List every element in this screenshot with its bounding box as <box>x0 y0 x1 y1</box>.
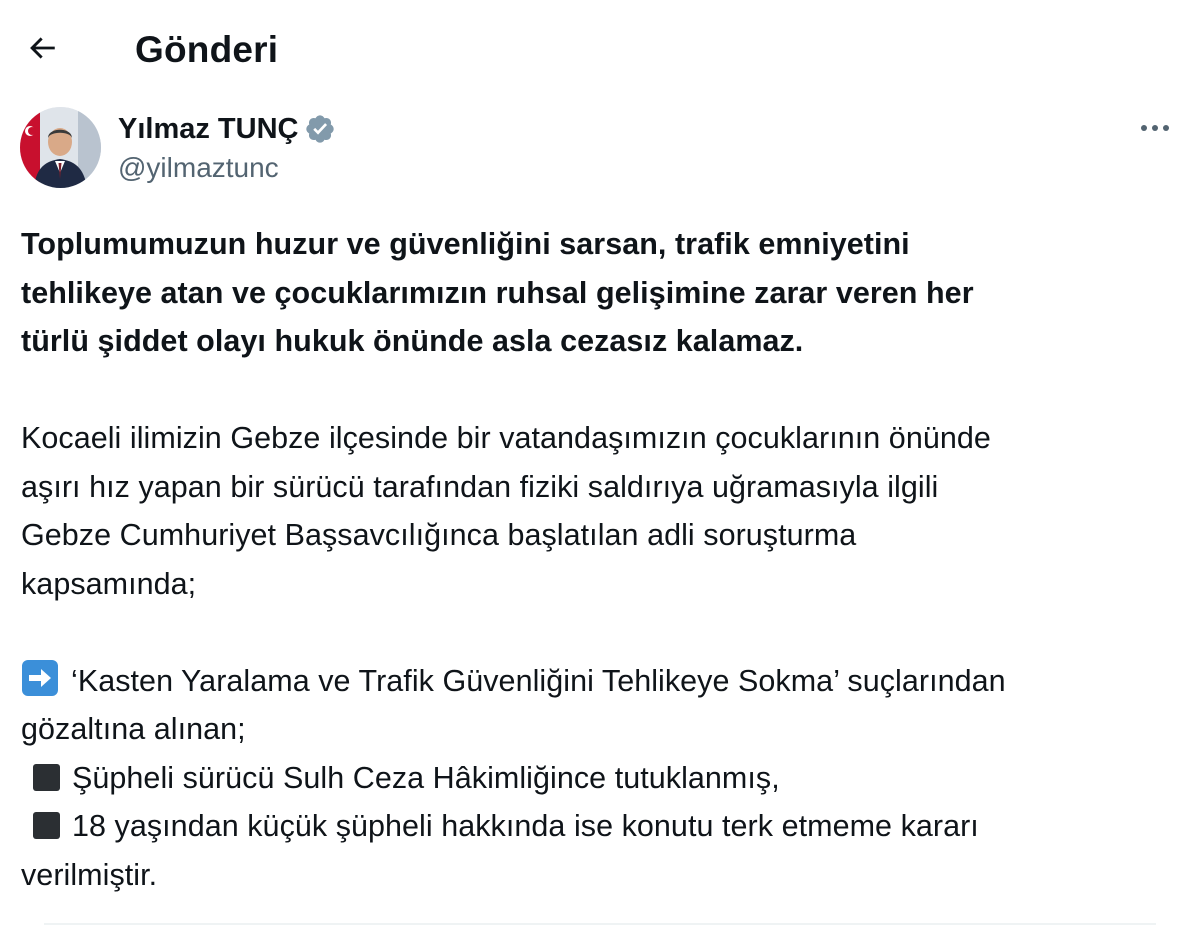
display-name-row: Yılmaz TUNÇ <box>118 109 336 149</box>
text-line: ‘Kasten Yaralama ve Trafik Güvenliğini T… <box>71 663 1006 698</box>
arrow-left-icon <box>30 37 55 59</box>
text-line: türlü şiddet olayı hukuk önünde asla cez… <box>21 324 804 358</box>
divider <box>44 923 1156 925</box>
top-bar: Gönderi <box>0 0 1200 100</box>
bullet-item: Şüpheli sürücü Sulh Ceza Hâkimliğince tu… <box>72 760 780 795</box>
author-row: Yılmaz TUNÇ @yilmaztunc <box>0 100 1200 200</box>
more-horizontal-icon <box>1141 125 1169 131</box>
black-square-icon <box>33 812 60 839</box>
text-line: gözaltına alınan; <box>21 712 246 746</box>
tweet-text: Toplumumuzun huzur ve güvenliğini sarsan… <box>21 220 1181 899</box>
user-handle[interactable]: @yilmaztunc <box>118 150 279 186</box>
tweet-paragraph-3: ‘Kasten Yaralama ve Trafik Güvenliğini T… <box>21 657 1181 900</box>
back-button[interactable] <box>20 26 64 70</box>
right-arrow-emoji-icon <box>21 659 59 697</box>
more-options-button[interactable] <box>1132 112 1178 144</box>
text-line: Kocaeli ilimizin Gebze ilçesinde bir vat… <box>21 421 991 455</box>
text-line: tehlikeye atan ve çocuklarımızın ruhsal … <box>21 275 974 310</box>
text-line: Toplumumuzun huzur ve güvenliğini sarsan… <box>21 227 910 261</box>
verified-badge-icon <box>304 113 336 145</box>
avatar-portrait-icon <box>20 107 101 188</box>
page-title: Gönderi <box>135 29 279 70</box>
tweet-lead-paragraph: Toplumumuzun huzur ve güvenliğini sarsan… <box>21 220 1181 366</box>
avatar[interactable] <box>20 107 101 188</box>
bullet-item: 18 yaşından küçük şüpheli hakkında ise k… <box>72 809 979 843</box>
text-line: verilmiştir. <box>21 857 158 892</box>
display-name[interactable]: Yılmaz TUNÇ <box>118 111 298 147</box>
tweet-paragraph-2: Kocaeli ilimizin Gebze ilçesinde bir vat… <box>21 414 1181 608</box>
text-line: Gebze Cumhuriyet Başsavcılığınca başlatı… <box>21 518 857 552</box>
text-line: aşırı hız yapan bir sürücü tarafından fi… <box>21 469 939 504</box>
text-line: kapsamında; <box>21 566 197 601</box>
black-square-icon <box>33 763 60 791</box>
